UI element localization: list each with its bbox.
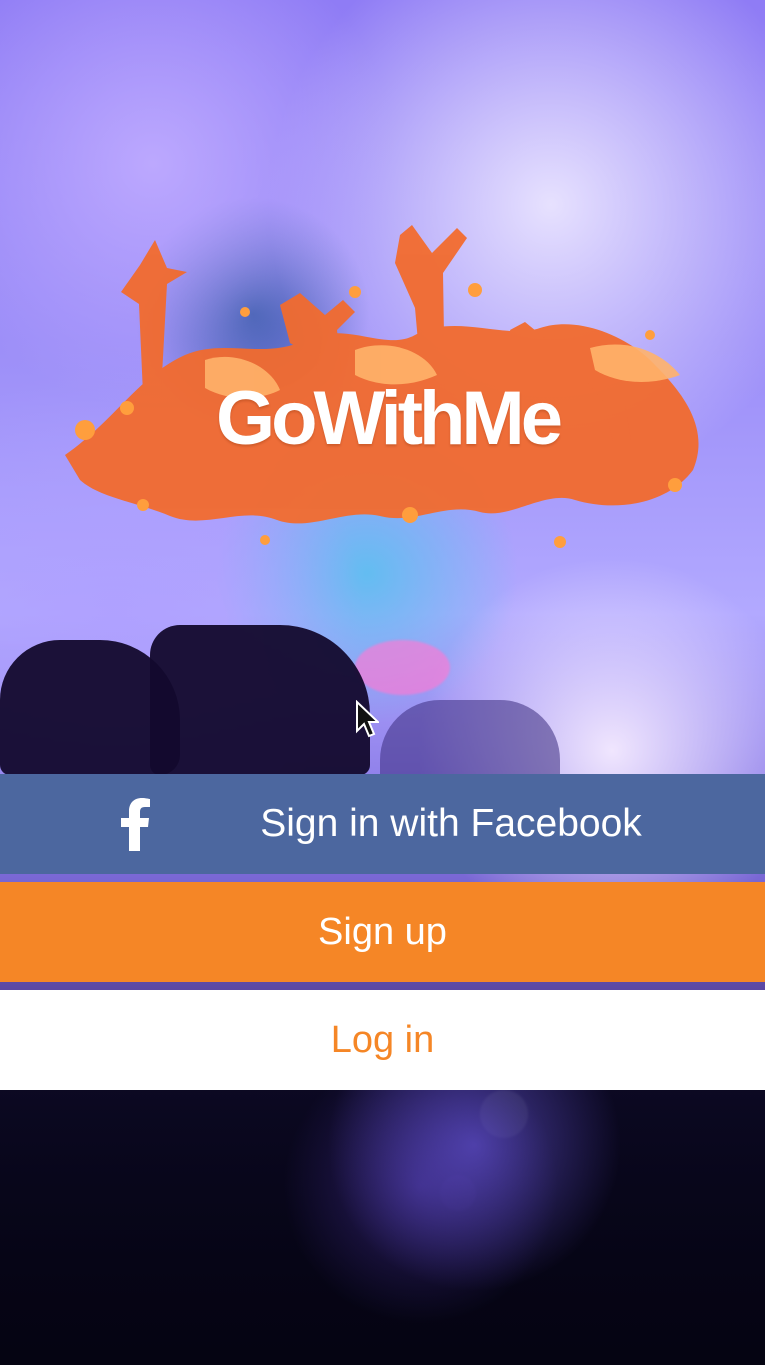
login-button[interactable]: Log in — [0, 990, 765, 1090]
background-haze — [0, 1090, 765, 1365]
facebook-icon — [121, 798, 150, 851]
signup-button[interactable]: Sign up — [0, 882, 765, 982]
crowd-silhouette — [0, 640, 180, 775]
login-label: Log in — [330, 1018, 435, 1061]
background-image — [0, 0, 765, 1365]
app-logo-text: GoWithMe — [215, 376, 563, 461]
crowd-silhouette — [150, 625, 370, 775]
background-light — [440, 1175, 476, 1211]
crowd-silhouette — [380, 700, 560, 775]
cursor-icon — [356, 700, 379, 738]
facebook-signin-button[interactable]: Sign in with Facebook — [0, 774, 765, 874]
background-light — [355, 640, 450, 695]
welcome-screen: GoWithMe Sign in with Facebook Sign up L… — [0, 0, 765, 1365]
facebook-signin-label: Sign in with Facebook — [260, 802, 642, 845]
background-light — [480, 1090, 528, 1138]
signup-label: Sign up — [318, 910, 447, 953]
app-logo: GoWithMe — [55, 220, 720, 560]
